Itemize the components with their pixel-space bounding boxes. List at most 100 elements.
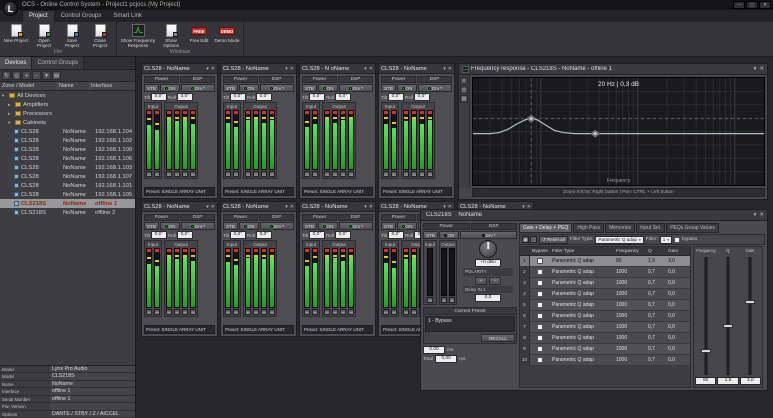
bypass-checkbox[interactable] (537, 324, 543, 330)
standby-button[interactable]: STB (381, 84, 396, 92)
chevron-down-icon[interactable]: ▾ (364, 66, 367, 72)
close-icon[interactable]: ✕ (369, 204, 373, 210)
device-window-titlebar[interactable]: CLS218S NoName ▾ ✕ (421, 210, 767, 221)
delay-field[interactable]: 0,00 (423, 346, 445, 354)
tilt-value[interactable]: 0,0° (309, 93, 325, 101)
mute-button[interactable]: M (427, 171, 433, 177)
chevron-down-icon[interactable]: ▾ (754, 66, 757, 72)
peq-table-row[interactable]: 7 Parametric Q adap 1000 0,7 0,0 (520, 322, 690, 333)
peq-table-row[interactable]: 4 Parametric Q adap 1000 0,7 0,0 (520, 289, 690, 300)
on-button[interactable]: ON (239, 84, 259, 92)
peq-bypass-cell[interactable] (530, 324, 550, 330)
polarity-minus-button[interactable]: − (489, 277, 501, 285)
on-button[interactable]: ON (318, 84, 338, 92)
device-row[interactable]: CLS28NoName192.168.1.103 (0, 163, 135, 172)
chevron-down-icon[interactable]: ▾ (285, 66, 288, 72)
drive-button[interactable]: Drv▾ (339, 84, 373, 92)
mute-button[interactable]: M (441, 297, 447, 303)
mute-button[interactable]: M (269, 171, 275, 177)
device-row[interactable]: CLS218SNoNameoffline 2 (0, 208, 135, 217)
chevron-down-icon[interactable]: ▾ (285, 204, 288, 210)
mute-button[interactable]: M (225, 309, 231, 315)
device-row[interactable]: CLS28NoName192.168.1.101 (0, 181, 135, 190)
q-slider-value[interactable]: 1,9 (717, 377, 738, 385)
peq-bypass-cell[interactable] (530, 357, 550, 363)
bypass-checkbox[interactable] (537, 280, 543, 286)
expand-icon[interactable]: ▸ (8, 102, 14, 108)
mute-button[interactable]: M (304, 171, 310, 177)
mute-button[interactable]: M (427, 297, 433, 303)
standby-button[interactable]: STB (381, 222, 396, 230)
tab-input-sel[interactable]: Input Sel. (636, 223, 665, 233)
mute-button[interactable]: M (253, 171, 259, 177)
drive-button[interactable]: Drv▾ (181, 222, 215, 230)
bypass-checkbox[interactable] (674, 237, 680, 243)
tilt-value[interactable]: 0,0° (151, 93, 167, 101)
mute-button[interactable]: M (245, 171, 251, 177)
mute-button[interactable]: M (225, 171, 231, 177)
preset-list-item[interactable]: 1 - Bypass (426, 317, 514, 325)
bypass-checkbox[interactable] (537, 346, 543, 352)
mute-button[interactable]: M (324, 309, 330, 315)
preset-bar[interactable]: Preset: SINGLE ARRAY UNIT (381, 187, 452, 196)
peq-bypass-cell[interactable] (530, 335, 550, 341)
mute-button[interactable]: M (174, 171, 180, 177)
preset-bar[interactable]: Preset: SINGLE ARRAY UNIT (223, 325, 294, 334)
close-icon[interactable]: ✕ (369, 66, 373, 72)
mute-button[interactable]: M (340, 171, 346, 177)
device-strip-titlebar[interactable]: CLS28 - NoName ▾ ✕ (300, 202, 375, 212)
mute-button[interactable]: M (253, 309, 259, 315)
peq-table-row[interactable]: 1 Parametric Q adap 80 1,9 3,0 (520, 256, 690, 267)
delay-in-value[interactable]: 0,0 (475, 294, 501, 302)
sidebar-tab-devices[interactable]: Devices (0, 57, 32, 69)
bypass-checkbox[interactable] (537, 258, 543, 264)
device-strip-titlebar[interactable]: CLS28 - NoName ▾ ✕ (221, 64, 296, 74)
titlebar[interactable]: OCS - Online Control System - Project1 p… (0, 0, 773, 10)
peq-table-row[interactable]: 9 Parametric Q adap 1000 0,7 0,0 (520, 344, 690, 355)
on-button[interactable]: ON (160, 84, 180, 92)
standby-button[interactable]: STB (223, 84, 238, 92)
tree-group-cabinets[interactable]: ▾Cabinets (0, 118, 135, 127)
drive-button[interactable]: Drv▾ (181, 84, 215, 92)
close-project-button[interactable]: Close Project (87, 23, 113, 49)
mute-button[interactable]: M (233, 309, 239, 315)
save-project-button[interactable]: Save Project (59, 23, 85, 49)
tilt-value[interactable]: 0,0° (230, 93, 246, 101)
uncheck-all-icon[interactable]: ▢ (530, 236, 537, 243)
mute-button[interactable]: M (269, 309, 275, 315)
bypass-checkbox[interactable] (537, 357, 543, 363)
filter-number-spinner[interactable]: 1 ▾ (660, 236, 672, 244)
zoom-icon[interactable]: ◎ (460, 86, 468, 94)
tree-group-all-devices[interactable]: ▾All Devices (0, 91, 135, 100)
device-row[interactable]: CLS218SNoNameoffline 1 (0, 199, 135, 208)
sidebar-tab-control-groups[interactable]: Control Groups (32, 57, 84, 69)
frequency-plot[interactable]: 20 Hz | 0,3 dB Frequency (472, 77, 765, 186)
mute-button[interactable]: M (411, 309, 417, 315)
on-button[interactable]: ON (397, 222, 417, 230)
drive-button[interactable]: Drv▾ (418, 84, 452, 92)
open-project-button[interactable]: Open Project (31, 23, 57, 49)
column-name[interactable]: Name (58, 82, 90, 90)
tilt-value[interactable]: 0,0° (309, 231, 325, 239)
mute-button[interactable]: M (312, 171, 318, 177)
roll-value[interactable]: 0,0° (177, 231, 193, 239)
traces-icon[interactable]: ≡ (460, 77, 468, 85)
chevron-down-icon[interactable]: ▾ (206, 204, 209, 210)
standby-button[interactable]: STB (223, 222, 238, 230)
tilt-value[interactable]: 0,0° (388, 231, 404, 239)
mute-button[interactable]: M (261, 171, 267, 177)
chevron-down-icon[interactable]: ▾ (443, 66, 446, 72)
mute-button[interactable]: M (174, 309, 180, 315)
device-row[interactable]: CLS28NoName192.168.1.104 (0, 127, 135, 136)
drive-button[interactable]: Drv▾ (260, 222, 294, 230)
mute-button[interactable]: M (348, 171, 354, 177)
bypass-checkbox[interactable] (537, 302, 543, 308)
show-options-button[interactable]: Show Options (158, 23, 184, 49)
column-zone-model[interactable]: Zone / Model (0, 82, 58, 90)
close-icon[interactable]: ✕ (211, 204, 215, 210)
drive-button[interactable]: Drv▾ (339, 222, 373, 230)
tilt-value[interactable]: 0,0° (388, 93, 404, 101)
tab-gain-delay-peq[interactable]: Gain + Delay + PEQ (519, 223, 572, 233)
on-button[interactable]: ON (318, 222, 338, 230)
tab-smart-link[interactable]: Smart Link (107, 11, 148, 22)
